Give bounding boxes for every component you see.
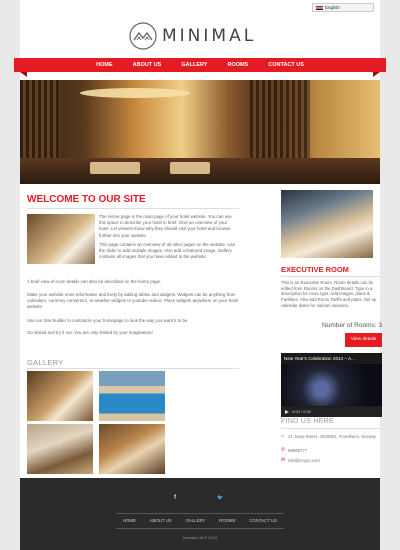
phone-text: 99888777 xyxy=(288,447,308,453)
footer-nav-about-us[interactable]: ABOUT US xyxy=(150,518,172,523)
footer-nav: HOME ABOUT US GALLERY ROOMS CONTACT US xyxy=(116,518,284,523)
uk-flag-icon xyxy=(316,5,323,10)
footer-nav-gallery[interactable]: GALLERY xyxy=(186,518,206,523)
view-details-button[interactable]: View details xyxy=(345,333,382,347)
divider xyxy=(116,528,284,529)
copyright: Imenan Ltd © 2014 xyxy=(182,535,218,540)
divider xyxy=(27,368,239,369)
intro-paragraph-1: The Home page is the main page of your h… xyxy=(99,214,232,238)
find-us-heading: FIND US HERE xyxy=(281,418,334,425)
nav-contact-us[interactable]: CONTACT US xyxy=(258,58,314,72)
contact-email[interactable]: ✉ info@imyyo.com xyxy=(281,457,320,463)
contact-phone: ✆ 99888777 xyxy=(281,447,307,453)
email-text[interactable]: info@imyyo.com xyxy=(288,458,320,463)
ribbon-fold-right xyxy=(373,72,380,77)
nav-rooms[interactable]: ROOMS xyxy=(217,58,258,72)
footer-nav-home[interactable]: HOME xyxy=(123,518,136,523)
divider xyxy=(116,513,284,514)
main-nav: HOME ABOUT US GALLERY ROOMS CONTACT US xyxy=(14,58,386,77)
divider xyxy=(281,276,381,277)
intro-image xyxy=(27,214,95,264)
gallery-image-bedroom[interactable] xyxy=(27,371,93,421)
page: English MINIMAL HOME ABOUT US GALLERY RO… xyxy=(14,0,386,550)
email-icon: ✉ xyxy=(281,457,286,463)
room-title[interactable]: EXECUTIVE ROOM xyxy=(281,265,349,274)
paragraph-try-it: Go ahead and try it out. You are only li… xyxy=(27,330,153,335)
executive-room-image[interactable] xyxy=(281,190,373,258)
nav-about-us[interactable]: ABOUT US xyxy=(123,58,172,72)
hero-ceiling-light xyxy=(80,88,190,98)
video-player[interactable]: New Year's Celebration 2014 – A... 0:00 … xyxy=(281,353,382,417)
play-icon[interactable] xyxy=(285,409,289,414)
gallery-image-hotel-room[interactable] xyxy=(27,424,93,474)
footer: f 🐦 HOME ABOUT US GALLERY ROOMS CONTACT … xyxy=(20,478,380,550)
ribbon-fold-left xyxy=(20,72,27,77)
video-time: 0:00 / 0:00 xyxy=(292,409,311,414)
nav-gallery[interactable]: GALLERY xyxy=(171,58,217,72)
twitter-icon[interactable]: 🐦 xyxy=(217,495,223,501)
intro-paragraph-2: This page contains an overview of all ot… xyxy=(99,242,236,260)
hero-sofa xyxy=(170,162,210,174)
address-text: 21 Jump Street, 4200001, Trondheim, Norw… xyxy=(288,433,376,439)
video-thumbnail xyxy=(281,364,382,406)
gallery-image-pool[interactable] xyxy=(99,371,165,421)
footer-nav-rooms[interactable]: ROOMS xyxy=(219,518,235,523)
phone-icon: ✆ xyxy=(281,447,286,453)
video-title[interactable]: New Year's Celebration 2014 – A... xyxy=(284,356,355,361)
logo-mountain-icon xyxy=(129,22,157,50)
page-title: WELCOME TO OUR SITE xyxy=(27,194,146,205)
contact-address: ⌂ 21 Jump Street, 4200001, Trondheim, Nor… xyxy=(281,433,381,439)
logo-text: MINIMAL xyxy=(162,26,257,46)
divider xyxy=(27,208,239,209)
rooms-count: Number of Rooms: 3 xyxy=(322,322,382,329)
language-label: English xyxy=(325,5,340,10)
paragraph-widgets: Make your website more informative and l… xyxy=(27,292,239,310)
facebook-icon[interactable]: f xyxy=(174,495,176,501)
divider xyxy=(281,428,381,429)
footer-nav-contact-us[interactable]: CONTACT US xyxy=(249,518,277,523)
paragraph-site-builder: Use our Site Builder to customize your h… xyxy=(27,318,189,323)
hero-sofa xyxy=(90,162,140,174)
hero-slider-image[interactable] xyxy=(20,80,380,184)
site-logo[interactable]: MINIMAL xyxy=(128,20,278,52)
nav-home[interactable]: HOME xyxy=(86,58,123,72)
language-select[interactable]: English xyxy=(312,3,374,12)
gallery-image-suite[interactable] xyxy=(99,424,165,474)
video-controls: 0:00 / 0:00 xyxy=(281,407,382,417)
gallery-heading: GALLERY xyxy=(27,358,64,367)
paragraph-room-details: A brief view of room details can also be… xyxy=(27,279,162,284)
room-description: This is an Executive Room. Room details … xyxy=(281,280,377,308)
map-pin-icon: ⌂ xyxy=(281,433,285,439)
